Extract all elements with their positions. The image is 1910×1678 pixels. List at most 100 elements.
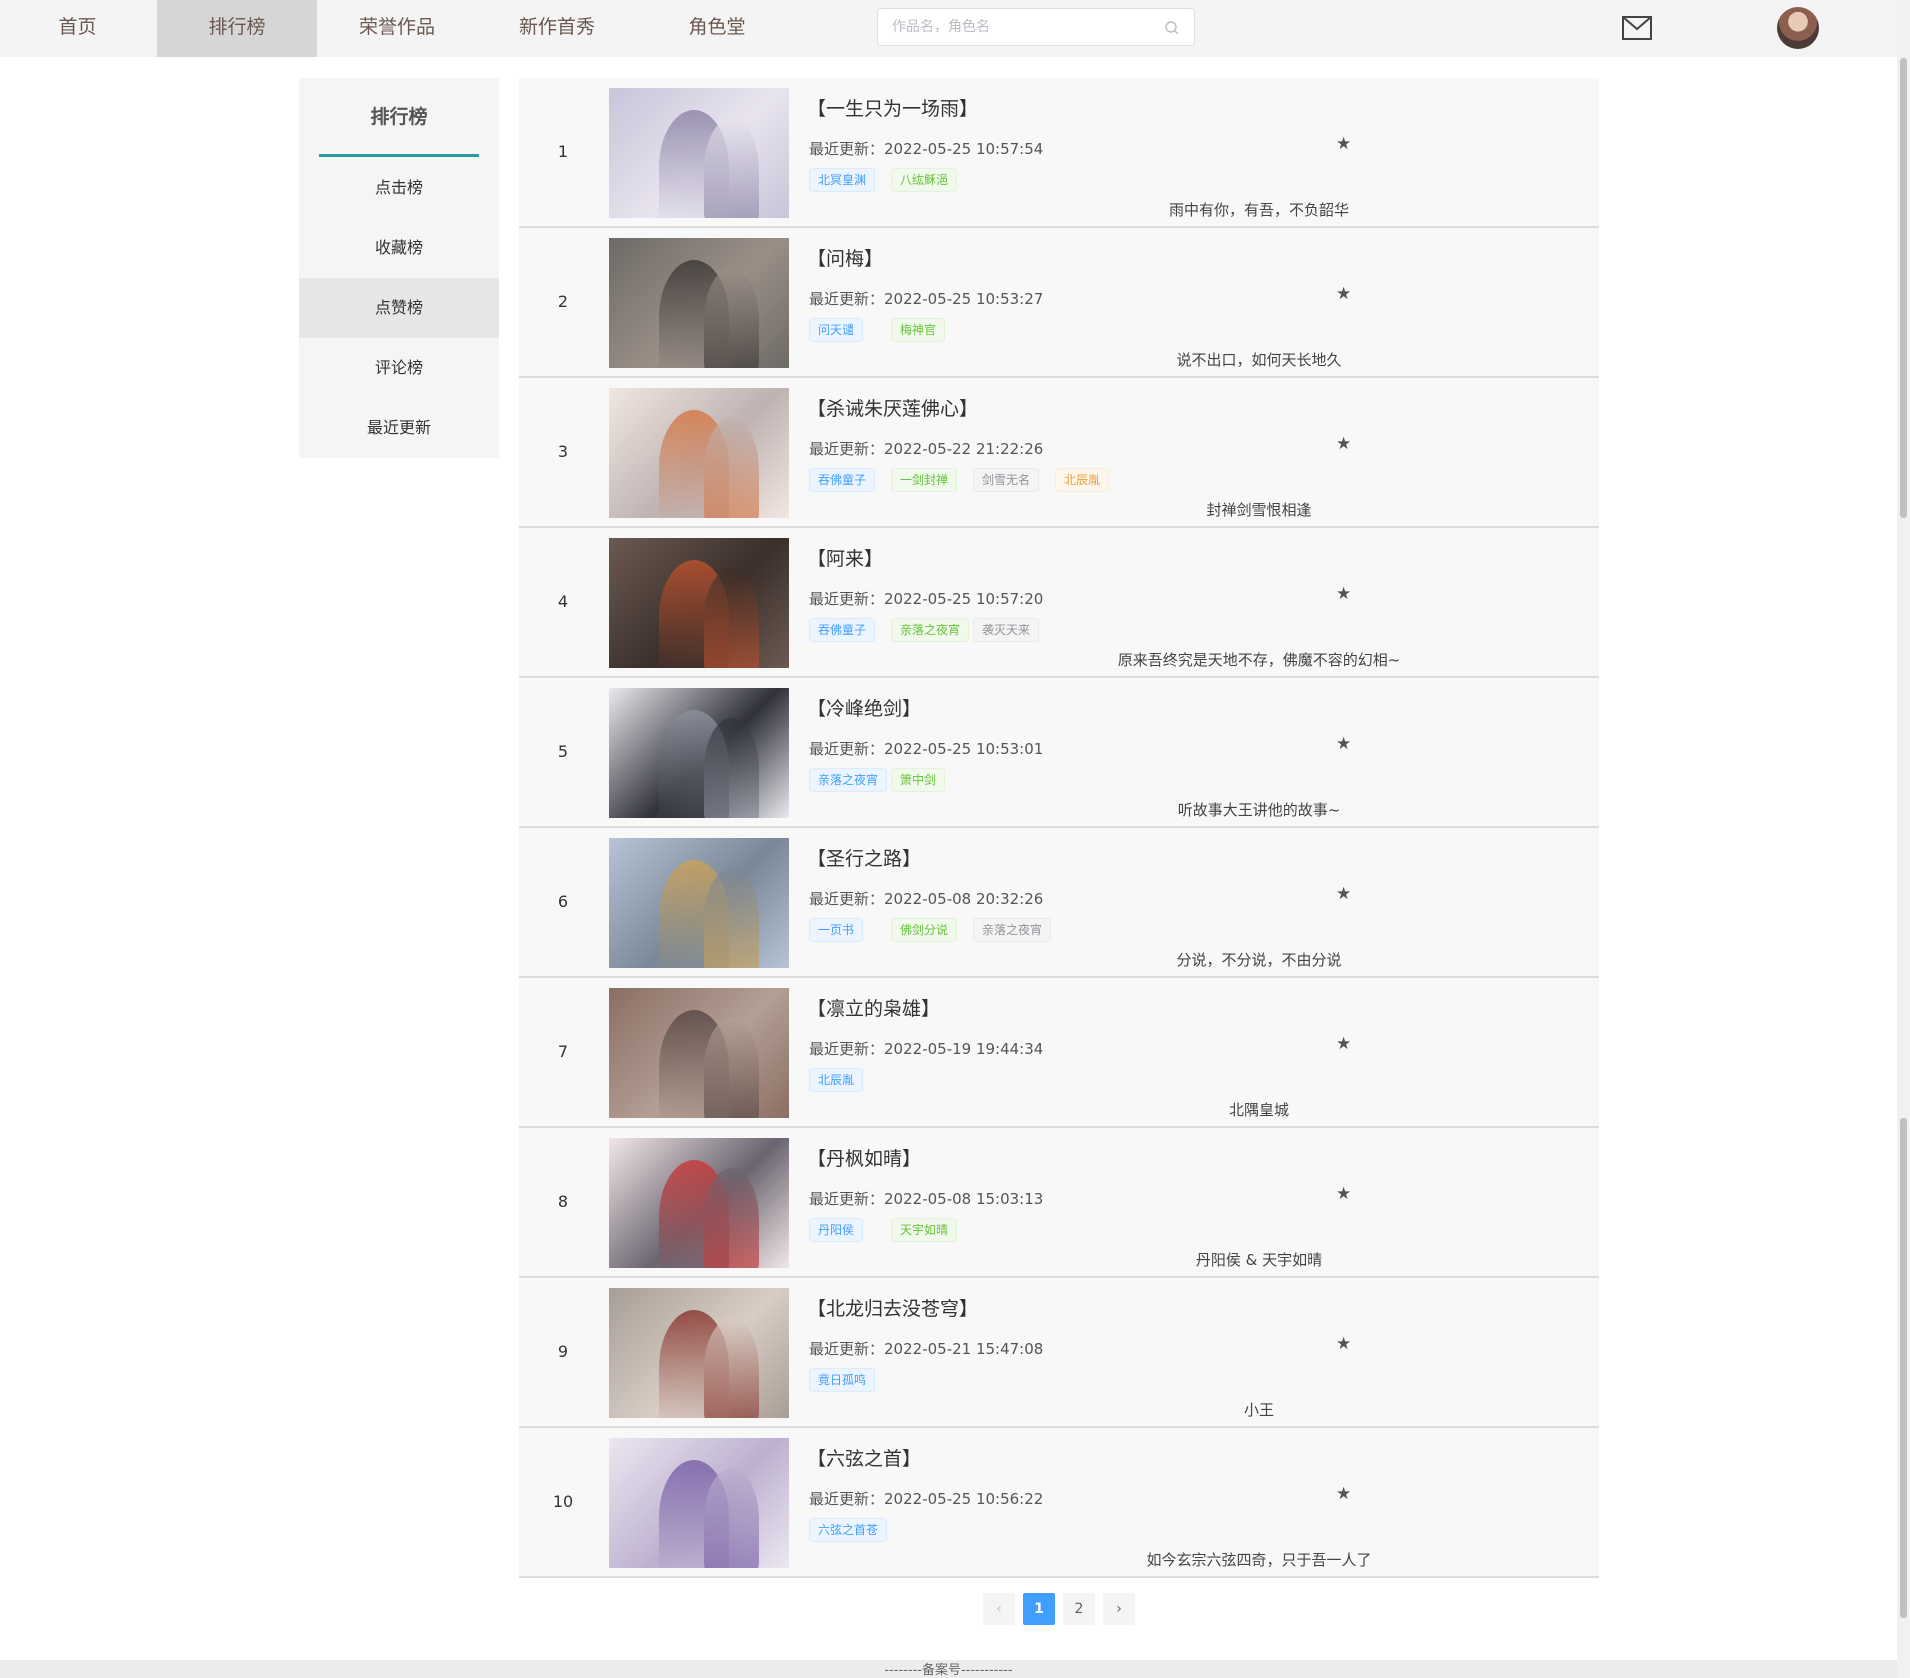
star-icon[interactable]: ★ — [1336, 1484, 1351, 1504]
last-updated-time: 2022-05-08 15:03:13 — [884, 1190, 1044, 1208]
star-icon[interactable]: ★ — [1336, 1334, 1351, 1354]
scrollbar-thumb[interactable] — [1900, 58, 1907, 518]
artwork-thumbnail[interactable] — [609, 1138, 789, 1268]
character-tag[interactable]: 亲落之夜宵 — [809, 768, 888, 792]
character-tag[interactable]: 北冥皇渊 — [809, 168, 876, 192]
star-icon[interactable]: ★ — [1336, 434, 1351, 454]
character-tag[interactable]: 丹阳侯 — [809, 1218, 864, 1242]
character-tag[interactable]: 佛剑分说 — [891, 918, 958, 942]
star-icon[interactable]: ★ — [1336, 1034, 1351, 1054]
mail-icon[interactable] — [1621, 14, 1653, 42]
nav-ranking[interactable]: 排行榜 — [157, 0, 317, 57]
last-updated: 最近更新：2022-05-08 20:32:26 — [809, 888, 1043, 909]
ranking-row[interactable]: 1 【一生只为一场雨】 最近更新：2022-05-25 10:57:54 北冥皇渊 八纮… — [519, 78, 1599, 228]
rank-number: 2 — [557, 292, 569, 311]
nav-characters[interactable]: 角色堂 — [637, 0, 797, 57]
prev-page-button[interactable]: ‹ — [983, 1593, 1015, 1625]
artwork-thumbnail[interactable] — [609, 538, 789, 668]
character-tag[interactable]: 梅神官 — [891, 318, 946, 342]
star-icon[interactable]: ★ — [1336, 884, 1351, 904]
last-updated-label: 最近更新： — [809, 140, 885, 158]
nav-honor-works[interactable]: 荣誉作品 — [317, 0, 477, 57]
ranking-row[interactable]: 7 【凛立的枭雄】 最近更新：2022-05-19 19:44:34 北辰胤 ★ 北隅皇城 — [519, 978, 1599, 1128]
character-tag[interactable]: 箫中剑 — [891, 768, 946, 792]
last-updated-label: 最近更新： — [809, 1490, 885, 1508]
artwork-thumbnail[interactable] — [609, 1288, 789, 1418]
artwork-title[interactable]: 【北龙归去没苍穹】 — [807, 1294, 978, 1321]
artwork-title[interactable]: 【六弦之首】 — [807, 1444, 921, 1471]
ranking-row[interactable]: 8 【丹枫如晴】 最近更新：2022-05-08 15:03:13 丹阳侯 天宇如晴 ★ 丹… — [519, 1128, 1599, 1278]
next-page-button[interactable]: › — [1103, 1593, 1135, 1625]
star-icon[interactable]: ★ — [1336, 134, 1351, 154]
character-tag[interactable]: 八纮稣浥 — [891, 168, 958, 192]
character-tag[interactable]: 六弦之首苍 — [809, 1518, 888, 1542]
sidebar-item-likes[interactable]: 点赞榜 — [299, 278, 499, 338]
star-icon[interactable]: ★ — [1336, 584, 1351, 604]
artwork-title[interactable]: 【阿来】 — [807, 544, 883, 571]
nav-new-works[interactable]: 新作首秀 — [477, 0, 637, 57]
character-tag[interactable]: 一剑封禅 — [891, 468, 958, 492]
ranking-row[interactable]: 2 【问梅】 最近更新：2022-05-25 10:53:27 问天谴 梅神官 ★ 说不出口… — [519, 228, 1599, 378]
character-tag[interactable]: 天宇如晴 — [891, 1218, 958, 1242]
top-navbar: 首页 排行榜 荣誉作品 新作首秀 角色堂 — [0, 0, 1897, 57]
character-tag[interactable]: 亲落之夜宵 — [973, 918, 1052, 942]
artwork-thumbnail[interactable] — [609, 988, 789, 1118]
footer-record-number: --------备案号----------- — [884, 1663, 1013, 1678]
ranking-row[interactable]: 3 【杀诫朱厌莲佛心】 最近更新：2022-05-22 21:22:26 吞佛童子 一剑… — [519, 378, 1599, 528]
sidebar-item-clicks[interactable]: 点击榜 — [299, 158, 499, 218]
search-input[interactable] — [878, 9, 1162, 45]
artwork-title[interactable]: 【问梅】 — [807, 244, 883, 271]
star-icon[interactable]: ★ — [1336, 284, 1351, 304]
ranking-row[interactable]: 6 【圣行之路】 最近更新：2022-05-08 20:32:26 一页书 佛剑分说 亲落… — [519, 828, 1599, 978]
last-updated: 最近更新：2022-05-22 21:22:26 — [809, 438, 1043, 459]
last-updated-label: 最近更新： — [809, 590, 885, 608]
character-tag[interactable]: 一页书 — [809, 918, 864, 942]
scrollbar-thumb-secondary[interactable] — [1900, 1118, 1907, 1618]
artwork-title[interactable]: 【冷峰绝剑】 — [807, 694, 921, 721]
last-updated: 最近更新：2022-05-25 10:53:27 — [809, 288, 1043, 309]
rank-number: 4 — [557, 592, 569, 611]
artwork-title[interactable]: 【凛立的枭雄】 — [807, 994, 940, 1021]
ranking-row[interactable]: 5 【冷峰绝剑】 最近更新：2022-05-25 10:53:01 亲落之夜宵 箫中剑 ★… — [519, 678, 1599, 828]
last-updated: 最近更新：2022-05-25 10:56:22 — [809, 1488, 1043, 1509]
sidebar-item-comments[interactable]: 评论榜 — [299, 338, 499, 398]
ranking-sidebar: 排行榜 点击榜 收藏榜 点赞榜 评论榜 最近更新 — [299, 78, 499, 458]
ranking-row[interactable]: 10 【六弦之首】 最近更新：2022-05-25 10:56:22 六弦之首苍 ★ 如今… — [519, 1428, 1599, 1578]
nav-home[interactable]: 首页 — [0, 0, 155, 57]
artwork-thumbnail[interactable] — [609, 688, 789, 818]
ranking-row[interactable]: 4 【阿来】 最近更新：2022-05-25 10:57:20 吞佛童子 亲落之夜宵 袭灭… — [519, 528, 1599, 678]
artwork-title[interactable]: 【丹枫如晴】 — [807, 1144, 921, 1171]
search-icon[interactable] — [1164, 20, 1180, 36]
star-icon[interactable]: ★ — [1336, 1184, 1351, 1204]
character-tag[interactable]: 亲落之夜宵 — [891, 618, 970, 642]
last-updated: 最近更新：2022-05-08 15:03:13 — [809, 1188, 1043, 1209]
character-tag[interactable]: 袭灭天来 — [973, 618, 1040, 642]
artwork-description: 分说，不分说，不由分说 — [1176, 951, 1342, 969]
character-tag[interactable]: 吞佛童子 — [809, 618, 876, 642]
page-button-1[interactable]: 1 — [1023, 1593, 1055, 1625]
artwork-thumbnail[interactable] — [609, 238, 789, 368]
rank-number: 9 — [557, 1342, 569, 1361]
star-icon[interactable]: ★ — [1336, 734, 1351, 754]
character-tag[interactable]: 吞佛童子 — [809, 468, 876, 492]
character-tag[interactable]: 问天谴 — [809, 318, 864, 342]
artwork-title[interactable]: 【圣行之路】 — [807, 844, 921, 871]
character-tag[interactable]: 剑雪无名 — [973, 468, 1040, 492]
artwork-thumbnail[interactable] — [609, 88, 789, 218]
character-tag[interactable]: 北辰胤 — [1055, 468, 1110, 492]
page-button-2[interactable]: 2 — [1063, 1593, 1095, 1625]
ranking-row[interactable]: 9 【北龙归去没苍穹】 最近更新：2022-05-21 15:47:08 竟日孤鸣 ★ 小… — [519, 1278, 1599, 1428]
character-tag[interactable]: 竟日孤鸣 — [809, 1368, 876, 1392]
rank-number: 10 — [552, 1492, 574, 1511]
user-avatar[interactable] — [1777, 7, 1819, 49]
artwork-title[interactable]: 【杀诫朱厌莲佛心】 — [807, 394, 978, 421]
last-updated-time: 2022-05-08 20:32:26 — [884, 890, 1044, 908]
artwork-thumbnail[interactable] — [609, 388, 789, 518]
sidebar-item-recent[interactable]: 最近更新 — [299, 398, 499, 458]
page-scrollbar[interactable] — [1897, 0, 1910, 1678]
artwork-title[interactable]: 【一生只为一场雨】 — [807, 94, 978, 121]
character-tag[interactable]: 北辰胤 — [809, 1068, 864, 1092]
sidebar-item-favorites[interactable]: 收藏榜 — [299, 218, 499, 278]
artwork-thumbnail[interactable] — [609, 838, 789, 968]
artwork-thumbnail[interactable] — [609, 1438, 789, 1568]
